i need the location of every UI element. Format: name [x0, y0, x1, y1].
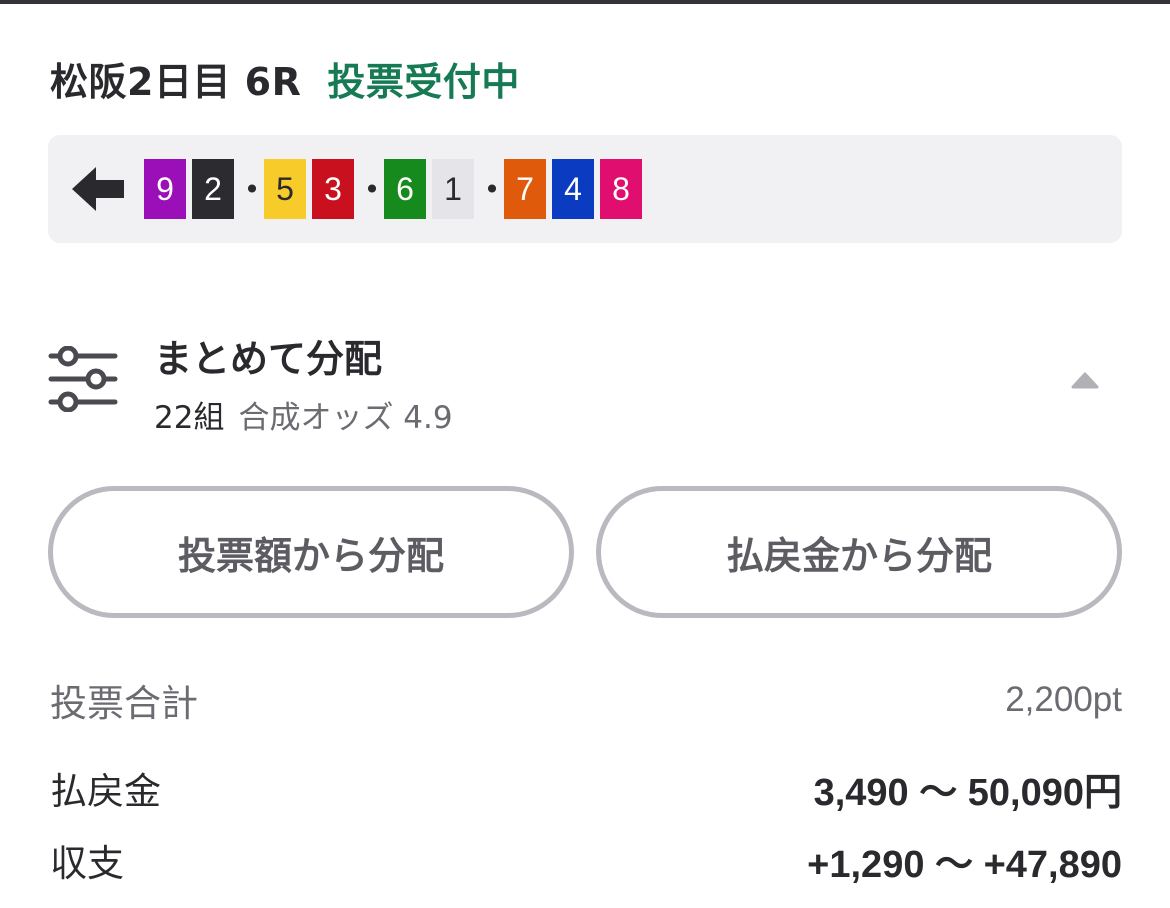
- distribute-by-bet-button[interactable]: 投票額から分配: [48, 486, 574, 618]
- payout-value: 3,490 〜 50,090円: [813, 771, 1122, 814]
- combination-numbers: 9 2 • 5 3 • 6 1 • 7 4 8: [144, 159, 642, 219]
- payout-label: 払戻金: [50, 770, 161, 813]
- combination-separator: •: [483, 172, 501, 206]
- arrow-left-icon[interactable]: [72, 163, 124, 215]
- distribution-title: まとめて分配: [154, 337, 383, 381]
- race-header: 松阪2日目 6R 投票受付中: [50, 50, 520, 106]
- racer-number-box: 9: [144, 159, 186, 219]
- balance-label: 収支: [50, 842, 124, 885]
- race-title: 松阪2日目 6R: [50, 59, 302, 104]
- total-bet-label: 投票合計: [50, 682, 198, 725]
- total-bet-row: 投票合計 2,200pt: [50, 672, 1122, 728]
- distribute-by-payout-button[interactable]: 払戻金から分配: [596, 486, 1122, 618]
- racer-number-box: 3: [312, 159, 354, 219]
- distribution-buttons: 投票額から分配 払戻金から分配: [48, 486, 1122, 618]
- balance-value: +1,290 〜 +47,890: [807, 843, 1122, 886]
- caret-up-icon[interactable]: [1070, 370, 1100, 390]
- combination-count: 22組: [154, 400, 225, 436]
- payout-row: 払戻金 3,490 〜 50,090円: [50, 760, 1122, 816]
- racer-number-box: 6: [384, 159, 426, 219]
- racer-number-box: 7: [504, 159, 546, 219]
- racer-number-box: 4: [552, 159, 594, 219]
- combined-odds: 合成オッズ 4.9: [238, 400, 453, 436]
- distribution-subtitle: 22組 合成オッズ 4.9: [154, 392, 453, 437]
- combination-separator: •: [363, 172, 381, 206]
- balance-row: 収支 +1,290 〜 +47,890: [50, 832, 1122, 888]
- racer-number-box: 8: [600, 159, 642, 219]
- racer-number-box: 2: [192, 159, 234, 219]
- racer-number-box: 1: [432, 159, 474, 219]
- race-status: 投票受付中: [327, 59, 520, 104]
- combination-bar: 9 2 • 5 3 • 6 1 • 7 4 8: [48, 135, 1122, 243]
- total-bet-value: 2,200pt: [1005, 680, 1122, 719]
- racer-number-box: 5: [264, 159, 306, 219]
- sliders-icon: [48, 345, 118, 413]
- combination-separator: •: [243, 172, 261, 206]
- bulk-distribution-section[interactable]: まとめて分配 22組 合成オッズ 4.9: [48, 320, 1122, 440]
- top-divider: [0, 0, 1170, 4]
